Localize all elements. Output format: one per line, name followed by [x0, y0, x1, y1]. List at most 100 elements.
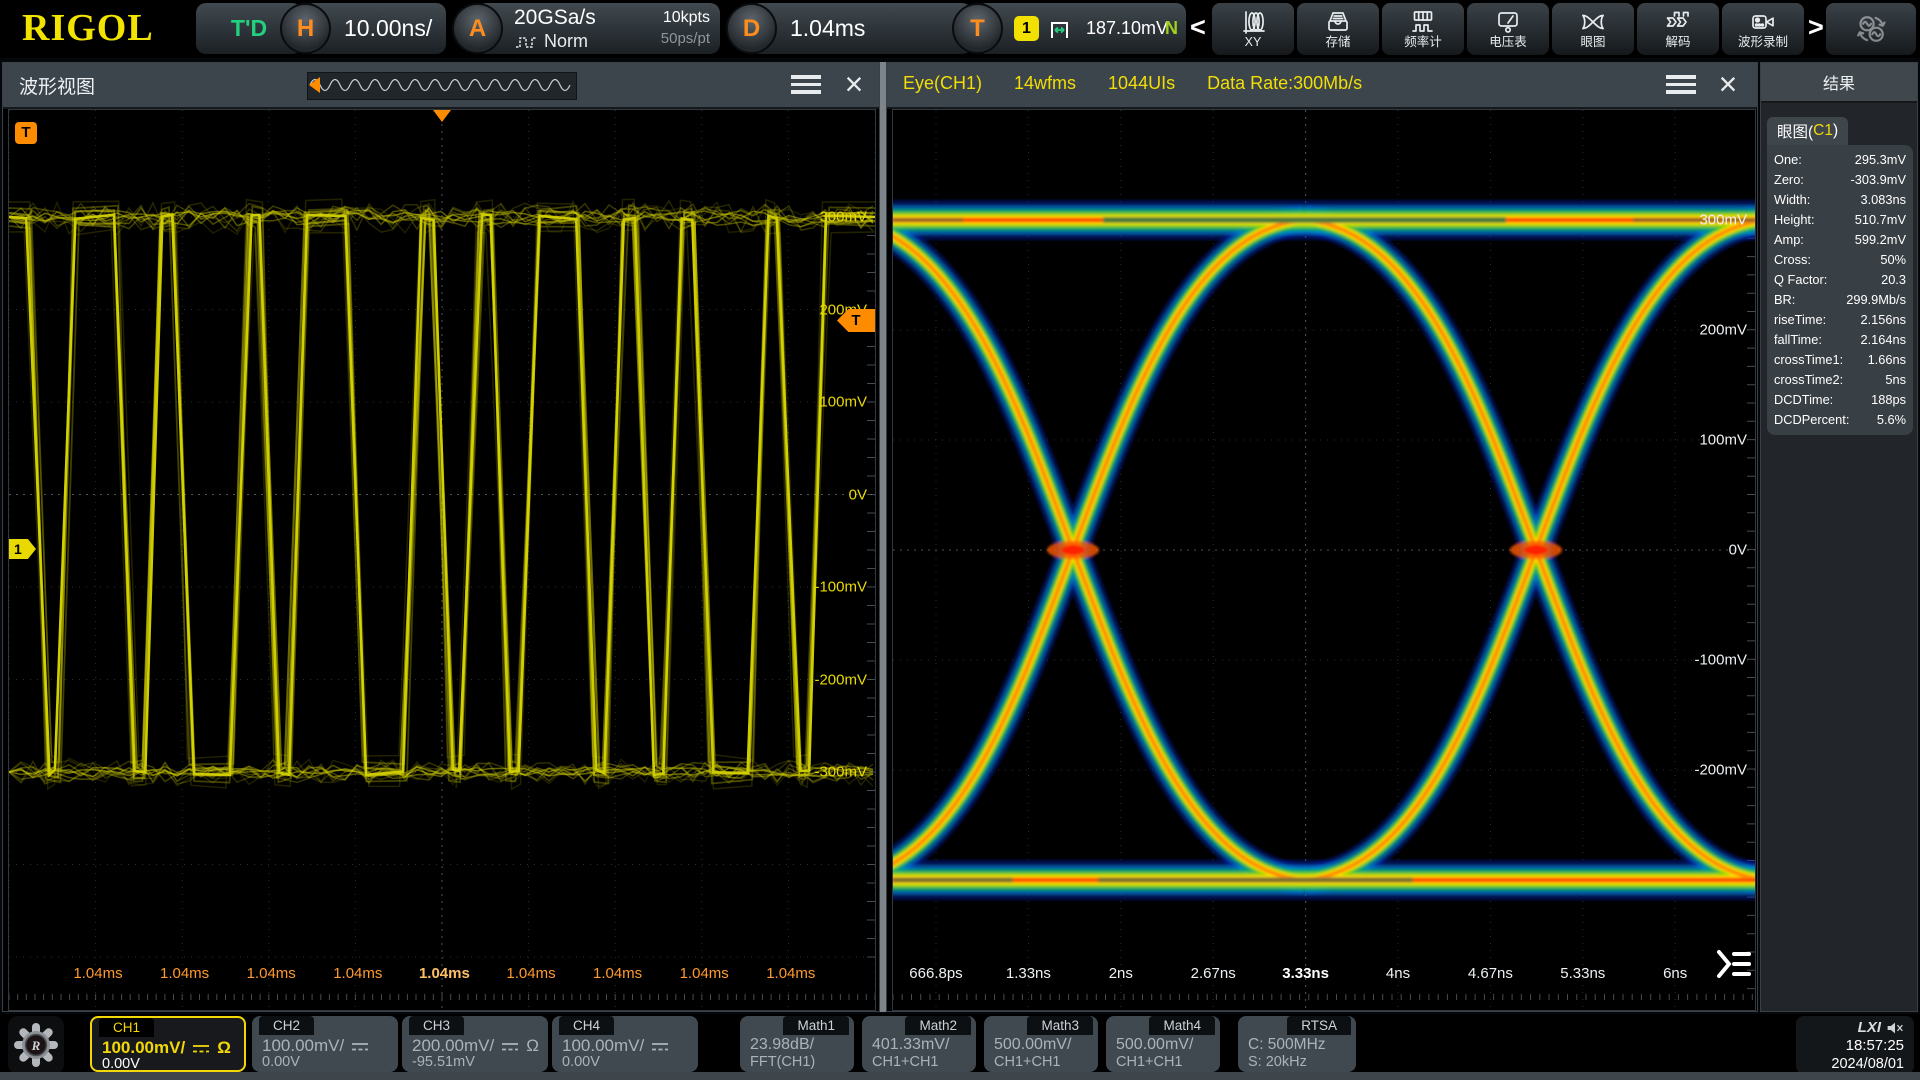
result-label: riseTime:: [1774, 312, 1827, 327]
result-value: 2.156ns: [1860, 312, 1906, 327]
waveform-plot: [9, 110, 875, 1010]
dc-coupling-icon: [652, 1042, 669, 1050]
result-label: fallTime:: [1774, 332, 1822, 347]
eye-wfms-count: 14wfms: [1014, 73, 1077, 93]
rtsa-span: S: 20kHz: [1248, 1054, 1307, 1070]
math-box-math3[interactable]: Math3 500.00mV/ CH1+CH1: [984, 1016, 1098, 1072]
result-label: Cross:: [1774, 252, 1811, 267]
math-box-math2[interactable]: Math2 401.33mV/ CH1+CH1: [862, 1016, 976, 1072]
result-label: One:: [1774, 152, 1802, 167]
delay-settings[interactable]: D 1.04ms: [726, 3, 972, 54]
result-value: 599.2mV: [1854, 232, 1906, 247]
channel-offset: 0.00V: [562, 1054, 600, 1070]
results-tab-channel: C1: [1813, 122, 1833, 139]
refresh-waveforms-icon: [1857, 16, 1886, 42]
eye-grid[interactable]: 300mV 200mV 100mV 0V -100mV -200mV 666.8ps 1.3…: [892, 109, 1756, 1011]
horizontal-settings[interactable]: H 10.00ns/: [280, 3, 446, 54]
tool-eye[interactable]: 眼图: [1552, 3, 1634, 55]
result-label: crossTime2:: [1774, 372, 1844, 387]
waveform-close-button[interactable]: ×: [837, 63, 871, 107]
result-label: crossTime1:: [1774, 352, 1844, 367]
waveform-grid[interactable]: 300mV 200mV 100mV 0V -100mV -200mV -300mV 1.04…: [8, 109, 876, 1011]
tool-counter[interactable]: 频率计: [1382, 3, 1464, 55]
lxi-label: LXI: [1857, 1019, 1881, 1036]
tool-record[interactable]: 波形录制: [1722, 3, 1804, 55]
result-row: One: 295.3mV: [1774, 150, 1906, 170]
delay-knob[interactable]: D: [726, 3, 777, 54]
math-box-math4[interactable]: Math4 500.00mV/ CH1+CH1: [1106, 1016, 1220, 1072]
results-tab-label: 眼图(: [1777, 124, 1814, 141]
result-value: 5.6%: [1876, 412, 1906, 427]
settings-gear-button[interactable]: R: [8, 1016, 64, 1074]
eye-menu-button[interactable]: [1666, 75, 1696, 98]
results-tab-suffix: ): [1833, 122, 1839, 139]
channel-box-ch3[interactable]: CH3 200.00mV/ Ω -95.51mV: [402, 1016, 548, 1072]
channel-scale: 200.00mV/: [412, 1036, 495, 1055]
rtsa-center-freq: C: 500MHz: [1248, 1036, 1326, 1053]
expand-results-icon[interactable]: [1716, 948, 1752, 980]
tool-storage[interactable]: 存储: [1297, 3, 1379, 55]
counter-icon: [1412, 11, 1433, 32]
result-row: Zero: -303.9mV: [1774, 170, 1906, 190]
sample-resolution: 50ps/pt: [660, 30, 710, 47]
preview-wave-icon: [309, 78, 571, 92]
tool-switch-view[interactable]: [1826, 3, 1916, 55]
results-sidebar: 结果 眼图(C1) One: 295.3mV Zero: -303.9mV Width:…: [1760, 62, 1918, 1012]
result-label: BR:: [1774, 292, 1796, 307]
results-tab-eye-c1[interactable]: 眼图(C1): [1767, 117, 1849, 145]
tool-label: 存储: [1325, 35, 1351, 49]
waveform-menu-button[interactable]: [791, 75, 821, 98]
dc-coupling-icon: [352, 1042, 369, 1050]
eye-uis-count: 1044UIs: [1108, 73, 1176, 93]
result-value: 188ps: [1871, 392, 1906, 407]
channel-offset: 0.00V: [262, 1054, 300, 1070]
xy-icon: [1243, 11, 1265, 34]
math-scale: 500.00mV/: [994, 1036, 1072, 1053]
result-row: crossTime1: 1.66ns: [1774, 350, 1906, 370]
channel-tab: CH1: [99, 1018, 155, 1037]
channel-box-ch2[interactable]: CH2 100.00mV/ 0.00V: [252, 1016, 398, 1072]
decode-icon: [1666, 11, 1689, 27]
toolbar-scroll-left[interactable]: <: [1190, 12, 1206, 43]
result-row: Cross: 50%: [1774, 250, 1906, 270]
waveform-preview-strip[interactable]: [307, 72, 577, 100]
tool-voltmeter[interactable]: 电压表: [1467, 3, 1549, 55]
eye-close-button[interactable]: ×: [1711, 63, 1745, 107]
trigger-knob[interactable]: T: [952, 3, 1003, 54]
channel-scale: 100.00mV/: [262, 1036, 345, 1055]
result-value: 3.083ns: [1860, 192, 1906, 207]
tool-decode[interactable]: 解码: [1637, 3, 1719, 55]
result-row: Height: 510.7mV: [1774, 210, 1906, 230]
preview-pan-left-icon[interactable]: [309, 77, 320, 93]
trigger-position-icon[interactable]: [433, 110, 451, 131]
result-label: DCDTime:: [1774, 392, 1834, 407]
acquire-left-col: 20GSa/s Norm: [514, 6, 596, 52]
result-value: 1.66ns: [1867, 352, 1906, 367]
math-box-math1[interactable]: Math1 23.98dB/ FFT(CH1): [740, 1016, 854, 1072]
result-row: Width: 3.083ns: [1774, 190, 1906, 210]
eye-data-rate: Data Rate:300Mb/s: [1207, 73, 1363, 93]
acquire-mode-icon: [516, 37, 536, 48]
tool-label: 波形录制: [1737, 35, 1788, 49]
tool-xy[interactable]: XY: [1212, 3, 1294, 55]
settings-gear-icon: R: [14, 1023, 58, 1067]
rtsa-box[interactable]: RTSA C: 500MHz S: 20kHz: [1238, 1016, 1356, 1072]
results-title: 结果: [1761, 63, 1917, 103]
trigger-settings[interactable]: T 1 187.10mV N: [952, 3, 1186, 54]
horizontal-knob[interactable]: H: [280, 3, 331, 54]
acquire-knob[interactable]: A: [452, 3, 503, 54]
toolbar-scroll-right[interactable]: >: [1808, 12, 1824, 43]
system-status-box[interactable]: LXI 18:57:25 2024/08/01: [1796, 1016, 1914, 1074]
channel-box-ch4[interactable]: CH4 100.00mV/ 0.00V: [552, 1016, 698, 1072]
channel-offset: 0.00V: [102, 1056, 140, 1072]
rtsa-tab: RTSA: [1287, 1016, 1351, 1035]
acquire-settings[interactable]: A 20GSa/s Norm 10kpts 50ps/pt: [452, 3, 720, 54]
dc-coupling-icon: [502, 1042, 519, 1050]
tool-label: 眼图: [1580, 35, 1606, 49]
channel-box-ch1[interactable]: CH1 100.00mV/ Ω 0.00V: [90, 1016, 246, 1072]
waveform-view-panel: 波形视图 × 300mV 200mV 100mV 0V -100mV -200mV -300…: [2, 62, 880, 1012]
eye-diagram-panel: Eye(CH1) 14wfms 1044UIs Data Rate:300Mb/…: [886, 62, 1758, 1012]
voltmeter-icon: [1498, 12, 1518, 33]
trigger-status-label: T'D: [230, 15, 268, 41]
waveform-panel-header: 波形视图 ×: [3, 63, 879, 109]
